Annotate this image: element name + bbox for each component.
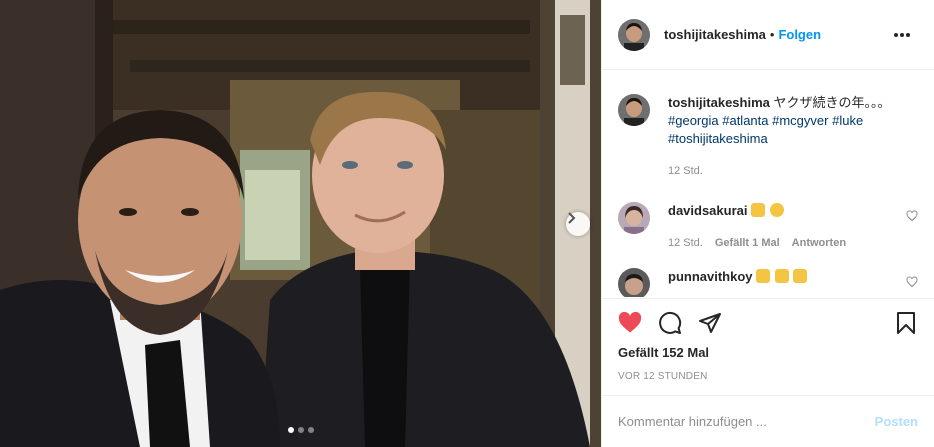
comment-like-icon[interactable] <box>906 276 918 291</box>
comment-button[interactable] <box>658 311 682 335</box>
add-comment-bar: Posten <box>602 395 934 447</box>
comment-username[interactable]: davidsakurai <box>668 203 748 218</box>
caption-meta: 12 Std. <box>668 162 918 180</box>
carousel-dot <box>287 427 294 433</box>
comments-list[interactable]: toshijitakeshima ヤクザ続きの年。。。 #georgia #at… <box>602 71 934 297</box>
save-button[interactable] <box>894 311 918 335</box>
chevron-right-icon <box>568 212 576 224</box>
comment-body: punnavithkoy <box>668 268 898 297</box>
paper-plane-icon <box>699 313 721 333</box>
smiling-face-icon <box>769 203 784 217</box>
post-timestamp[interactable]: VOR 12 STUNDEN <box>618 371 918 382</box>
separator-dot: • <box>769 27 775 42</box>
comment-item: davidsakurai 12 Std. Gefällt 1 Mal Antwo… <box>618 202 918 252</box>
comment-input[interactable] <box>618 414 875 429</box>
comment-username[interactable]: punnavithkoy <box>668 269 753 284</box>
post-actions: Gefällt 152 Mal VOR 12 STUNDEN <box>602 298 934 382</box>
caption-username[interactable]: toshijitakeshima <box>668 95 770 110</box>
hashtag-link[interactable]: #mcgyver <box>772 113 828 128</box>
profile-photo <box>618 18 650 51</box>
reply-button[interactable]: Antworten <box>792 234 846 252</box>
profile-photo <box>618 94 650 126</box>
heart-outline-icon <box>906 276 918 288</box>
post-comment-button[interactable]: Posten <box>875 414 918 429</box>
comment-meta: 12 Std. Gefällt 1 Mal Antworten <box>668 234 898 252</box>
post-side-panel: toshijitakeshima • Folgen toshijitakeshi… <box>601 0 934 447</box>
caption-timestamp[interactable]: 12 Std. <box>668 162 703 180</box>
follow-button[interactable]: Folgen <box>778 27 821 42</box>
avatar[interactable] <box>618 94 650 126</box>
caption-body: toshijitakeshima ヤクザ続きの年。。。 #georgia #at… <box>668 94 918 180</box>
vulcan-salute-icon <box>751 203 766 217</box>
carousel-dot <box>297 427 304 433</box>
post-header: toshijitakeshima • Folgen <box>602 0 934 70</box>
comment-item: punnavithkoy <box>618 268 918 297</box>
photo-illustration <box>0 0 601 447</box>
comment-likes[interactable]: Gefällt 1 Mal <box>715 234 780 252</box>
next-slide-button[interactable] <box>566 212 590 236</box>
thumbs-up-icon <box>774 269 789 283</box>
avatar[interactable] <box>618 18 650 51</box>
like-button[interactable] <box>618 311 642 335</box>
share-button[interactable] <box>698 311 722 335</box>
bookmark-icon <box>897 312 915 334</box>
carousel-dot <box>307 427 314 433</box>
likes-count[interactable]: Gefällt 152 Mal <box>618 345 918 360</box>
avatar[interactable] <box>618 268 650 297</box>
hashtag-link[interactable]: #luke <box>832 113 863 128</box>
more-options-icon[interactable] <box>886 25 918 45</box>
action-icons <box>618 299 918 347</box>
caption: toshijitakeshima ヤクザ続きの年。。。 #georgia #at… <box>618 94 918 180</box>
comment-like-icon[interactable] <box>906 210 918 225</box>
heart-filled-icon <box>618 311 642 333</box>
post-photo[interactable] <box>0 0 601 447</box>
caption-text: ヤクザ続きの年。。。 <box>773 95 891 110</box>
profile-photo <box>618 202 650 234</box>
hashtag-link[interactable]: #atlanta <box>722 113 768 128</box>
comment-bubble-icon <box>659 311 682 334</box>
heart-outline-icon <box>906 210 918 222</box>
thumbs-up-icon <box>756 269 771 283</box>
hashtag-link[interactable]: #georgia <box>668 113 719 128</box>
profile-photo <box>618 268 650 297</box>
hashtag-link[interactable]: #toshijitakeshima <box>668 131 768 146</box>
comment-body: davidsakurai 12 Std. Gefällt 1 Mal Antwo… <box>668 202 898 252</box>
instagram-post: toshijitakeshima • Folgen toshijitakeshi… <box>0 0 934 447</box>
post-username[interactable]: toshijitakeshima <box>664 27 766 42</box>
avatar[interactable] <box>618 202 650 234</box>
thumbs-up-icon <box>793 269 808 283</box>
carousel-indicator <box>0 427 601 433</box>
comment-timestamp[interactable]: 12 Std. <box>668 234 703 252</box>
